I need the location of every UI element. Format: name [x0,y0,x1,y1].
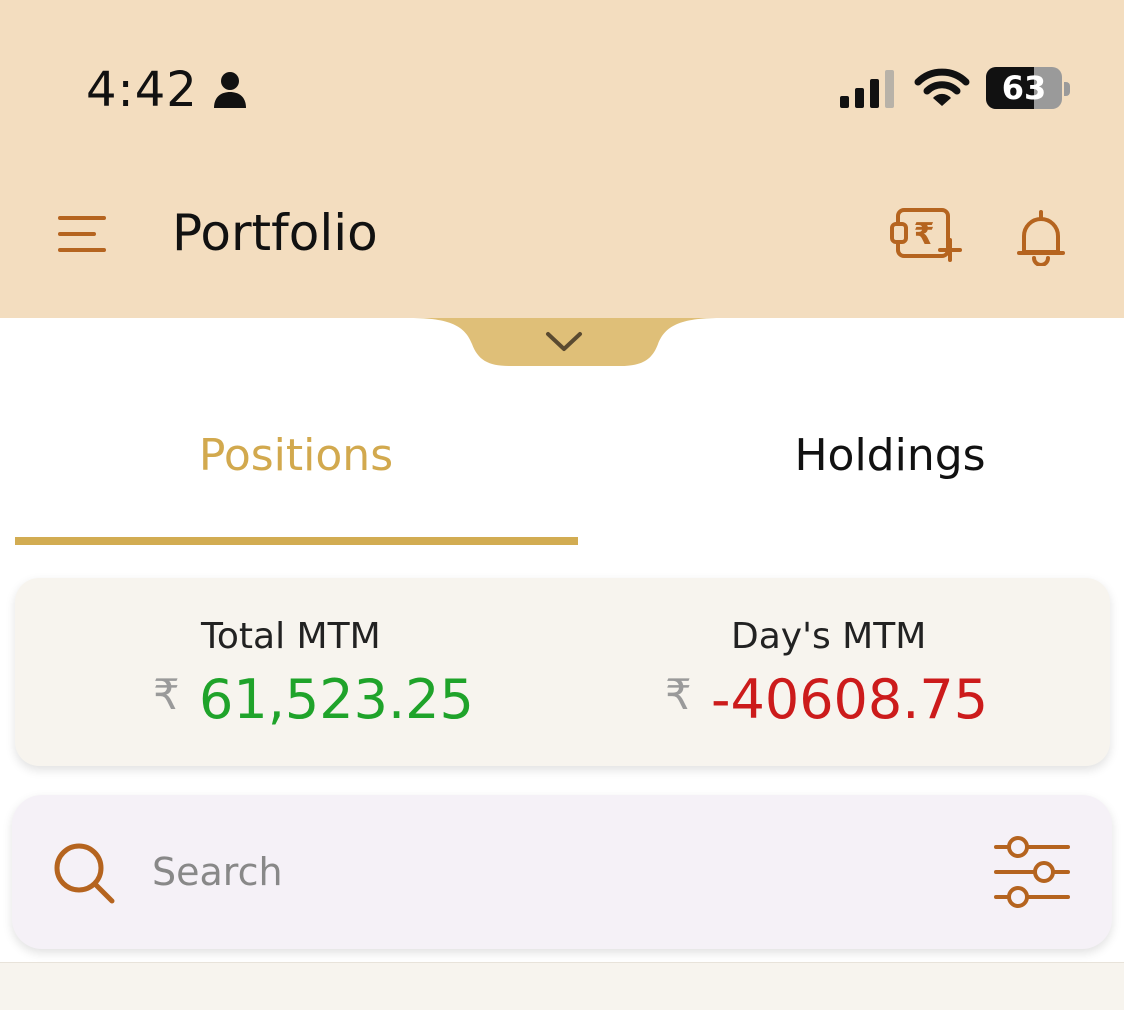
expand-header-button[interactable] [410,318,720,368]
rupee-icon: ₹ [665,670,692,719]
total-mtm-label: Total MTM [201,616,381,657]
battery-level: 63 [1001,69,1047,107]
add-funds-wallet-icon[interactable]: ₹ [888,204,962,264]
search-bar [12,795,1112,949]
wifi-icon [914,68,970,106]
day-mtm-value: -40608.75 [711,668,989,731]
person-icon [214,72,246,108]
battery-icon: 63 [986,67,1062,109]
bell-icon[interactable] [1014,208,1068,266]
total-mtm-value: 61,523.25 [199,668,474,731]
search-icon[interactable] [52,841,116,905]
menu-icon[interactable] [56,212,112,256]
status-time: 4:42 [86,62,198,118]
day-mtm-label: Day's MTM [731,616,927,657]
list-area [0,962,1124,1010]
search-input[interactable] [152,839,952,905]
active-tab-indicator [15,537,578,545]
filter-sliders-icon[interactable] [992,835,1072,909]
mtm-summary-card: Total MTM ₹ 61,523.25 Day's MTM ₹ -40608… [15,578,1110,766]
page-title: Portfolio [172,204,378,262]
rupee-icon: ₹ [153,670,180,719]
svg-text:₹: ₹ [914,217,935,252]
cellular-signal-icon [840,70,894,108]
tab-holdings[interactable]: Holdings [610,430,1124,481]
app-header: 4:42 63 Portfolio ₹ [0,0,1124,318]
battery-tip [1064,82,1070,96]
tab-positions[interactable]: Positions [16,430,576,481]
